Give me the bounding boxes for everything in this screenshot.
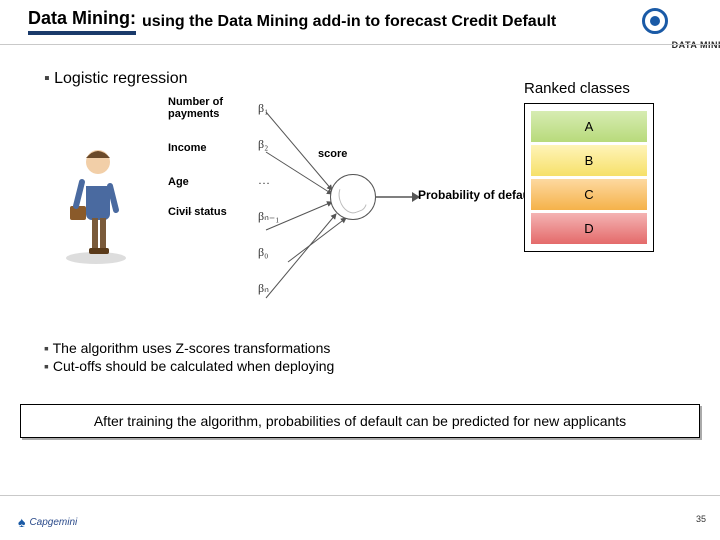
input-labels: Number of payments Income Age Civil stat…: [168, 96, 258, 240]
page-number: 35: [696, 514, 706, 524]
content-area: Logistic regression Number of payments I…: [0, 70, 720, 336]
sub-bullets: The algorithm uses Z-scores transformati…: [44, 340, 334, 376]
beta-labels: β₁ β₂ … βₙ₋₁ β₀ βₙ: [258, 102, 279, 318]
beta-1: β₁: [258, 102, 279, 114]
company-name: Capgemini: [29, 517, 77, 528]
slide-header: Data Mining: using the Data Mining add-i…: [0, 0, 720, 39]
beta-n: βₙ: [258, 282, 279, 294]
ranked-panel: Ranked classes A B C D: [524, 80, 654, 252]
inputs-ellipsis: …: [182, 204, 193, 216]
header-rule: [0, 44, 720, 45]
rank-box: A B C D: [524, 103, 654, 252]
rank-d: D: [531, 213, 647, 244]
spade-icon: ♠: [18, 514, 25, 530]
score-label: score: [318, 148, 347, 160]
beta-2: β₂: [258, 138, 279, 150]
callout-box: After training the algorithm, probabilit…: [20, 404, 700, 438]
ranked-title: Ranked classes: [524, 80, 654, 97]
output-label: Probability of default: [418, 188, 537, 202]
output-arrow-icon: [376, 190, 420, 204]
sigmoid-node-icon: [330, 174, 376, 220]
title-strong: Data Mining:: [28, 8, 136, 35]
beta-dots: …: [258, 174, 279, 186]
person-illustration: [56, 136, 136, 266]
footer-logo: ♠ Capgemini: [18, 514, 77, 530]
input-age: Age: [168, 176, 258, 188]
beta-n1: βₙ₋₁: [258, 210, 279, 222]
input-income: Income: [168, 142, 258, 154]
rank-a: A: [531, 111, 647, 142]
footer-rule: [0, 495, 720, 496]
rank-c: C: [531, 179, 647, 210]
title-rest: using the Data Mining add-in to forecast…: [142, 13, 556, 31]
rank-b: B: [531, 145, 647, 176]
diagram: Number of payments Income Age Civil stat…: [28, 96, 692, 336]
brand-label: DATA MININ: [672, 40, 720, 50]
beta-0: β₀: [258, 246, 279, 258]
input-payments: Number of payments: [168, 96, 258, 120]
sub-bullet-2: Cut-offs should be calculated when deplo…: [44, 358, 334, 374]
sub-bullet-1: The algorithm uses Z-scores transformati…: [44, 340, 334, 356]
target-icon: [642, 8, 668, 34]
